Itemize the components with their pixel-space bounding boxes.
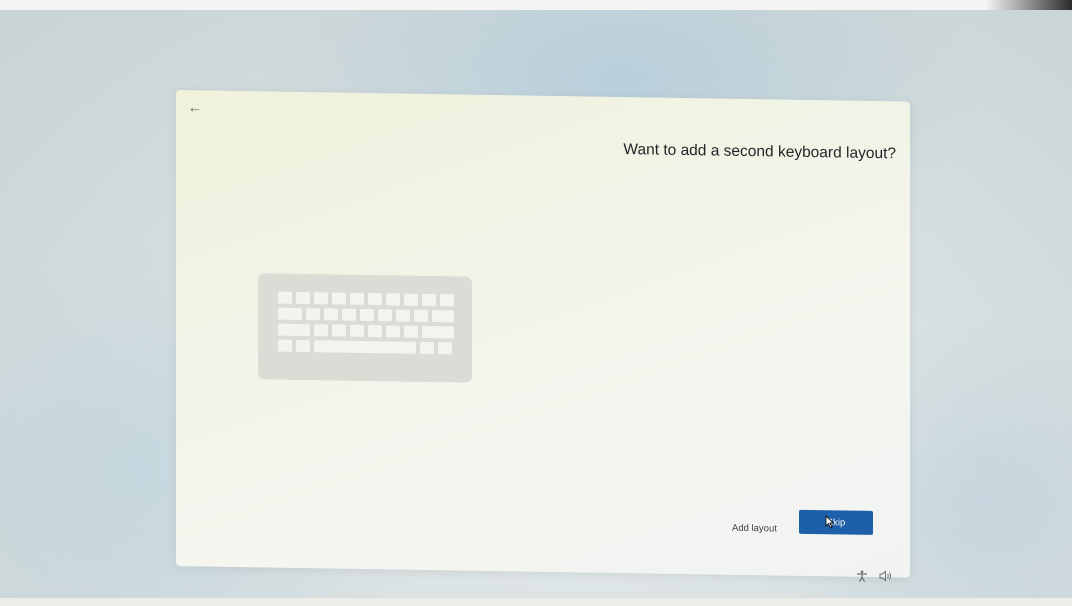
ease-of-access-icon[interactable] xyxy=(855,569,869,583)
monitor-bottom-edge xyxy=(0,598,1072,606)
volume-icon[interactable] xyxy=(878,569,894,583)
monitor-top-edge xyxy=(0,0,1072,10)
back-button[interactable]: ← xyxy=(184,96,206,118)
add-layout-button[interactable]: Add layout xyxy=(732,519,777,538)
keyboard-row xyxy=(278,339,452,355)
keyboard-row xyxy=(278,307,454,323)
keyboard-row xyxy=(278,291,454,307)
arrow-left-icon: ← xyxy=(187,98,203,116)
skip-button[interactable]: Skip xyxy=(799,509,873,535)
oobe-dialog: ← Want to add a second keyboard layout? xyxy=(176,90,910,578)
mouse-cursor-icon xyxy=(825,515,835,529)
keyboard-row xyxy=(278,323,454,339)
page-title: Want to add a second keyboard layout? xyxy=(623,141,896,163)
keyboard-icon xyxy=(258,273,472,383)
speaker-icon xyxy=(879,570,892,582)
accessibility-figure-icon xyxy=(857,570,867,582)
